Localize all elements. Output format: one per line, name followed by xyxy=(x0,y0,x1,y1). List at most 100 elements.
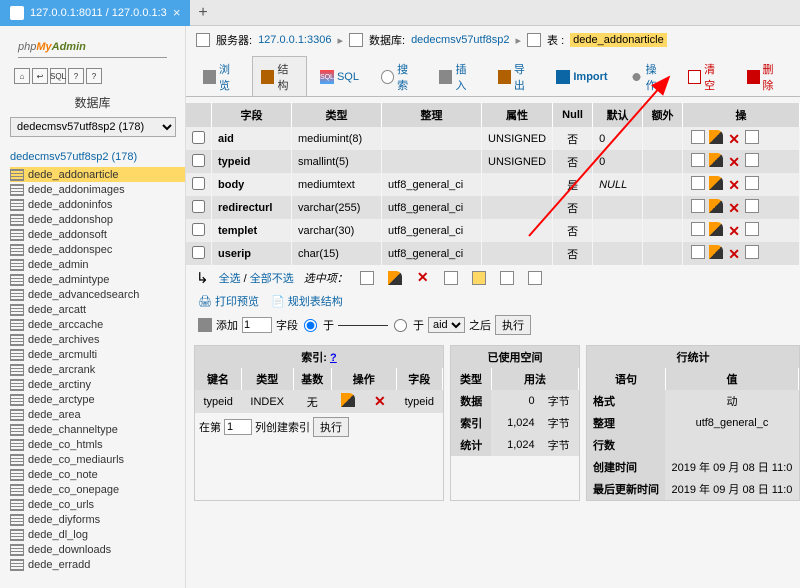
help-icon[interactable]: ? xyxy=(86,68,102,84)
index-create-go-button[interactable]: 执行 xyxy=(313,417,349,437)
sql-icon[interactable]: SQL xyxy=(50,68,66,84)
radio-after[interactable] xyxy=(394,319,407,332)
sidebar-table-item[interactable]: dede_arccache xyxy=(10,317,185,332)
add-field-go-button[interactable]: 执行 xyxy=(495,315,531,335)
row-checkbox[interactable] xyxy=(192,200,205,213)
sidebar-table-item[interactable]: dede_dl_log xyxy=(10,527,185,542)
tab-browse[interactable]: 浏览 xyxy=(194,56,248,96)
tab-operations[interactable]: 操作 xyxy=(621,56,675,96)
col-more-icon[interactable] xyxy=(745,222,759,236)
index-edit-icon[interactable] xyxy=(341,393,355,407)
sidebar-table-item[interactable]: dede_arcrank xyxy=(10,362,185,377)
sidebar-table-item[interactable]: dede_co_mediaurls xyxy=(10,452,185,467)
add-count-input[interactable] xyxy=(242,317,272,333)
col-edit-icon[interactable] xyxy=(709,130,723,144)
col-edit-icon[interactable] xyxy=(709,176,723,190)
after-field-select[interactable]: aid xyxy=(428,317,465,333)
tab-drop[interactable]: 删除 xyxy=(738,56,792,96)
tab-structure[interactable]: 结构 xyxy=(252,56,306,96)
col-view-icon[interactable] xyxy=(691,153,705,167)
browser-tab[interactable]: 127.0.0.1:8011 / 127.0.0.1:3 × xyxy=(0,0,190,26)
sidebar-table-item[interactable]: dede_advancedsearch xyxy=(10,287,185,302)
sidebar-table-item[interactable]: dede_channeltype xyxy=(10,422,185,437)
sidebar-table-item[interactable]: dede_arcatt xyxy=(10,302,185,317)
breadcrumb-database[interactable]: dedecmsv57utf8sp2 xyxy=(411,34,509,46)
col-delete-icon[interactable]: ✕ xyxy=(727,225,741,239)
col-delete-icon[interactable]: ✕ xyxy=(727,248,741,262)
uncheck-all-link[interactable]: 全部不选 xyxy=(250,273,294,285)
tab-sql[interactable]: SQLSQL xyxy=(311,56,368,96)
breadcrumb-server[interactable]: 127.0.0.1:3306 xyxy=(258,34,331,46)
sidebar-table-item[interactable]: dede_addonimages xyxy=(10,182,185,197)
browser-tab-close-icon[interactable]: × xyxy=(173,5,181,20)
col-more-icon[interactable] xyxy=(745,245,759,259)
sidebar-table-item[interactable]: dede_addonsoft xyxy=(10,227,185,242)
sidebar-table-item[interactable]: dede_addonarticle xyxy=(10,167,185,182)
sidebar-table-item[interactable]: dede_archives xyxy=(10,332,185,347)
relation-view-link[interactable]: 📄 规划表结构 xyxy=(271,293,343,309)
row-checkbox[interactable] xyxy=(192,177,205,190)
sidebar-table-item[interactable]: dede_co_htmls xyxy=(10,437,185,452)
sidebar-table-item[interactable]: dede_addonshop xyxy=(10,212,185,227)
database-name-link[interactable]: dedecmsv57utf8sp2 (178) xyxy=(0,149,185,165)
sidebar-table-item[interactable]: dede_area xyxy=(10,407,185,422)
col-delete-icon[interactable]: ✕ xyxy=(727,202,741,216)
row-checkbox[interactable] xyxy=(192,131,205,144)
sidebar-table-item[interactable]: dede_diyforms xyxy=(10,512,185,527)
col-view-icon[interactable] xyxy=(691,245,705,259)
sidebar-table-item[interactable]: dede_arctype xyxy=(10,392,185,407)
sidebar-table-item[interactable]: dede_addonspec xyxy=(10,242,185,257)
tab-insert[interactable]: 插入 xyxy=(430,56,484,96)
tab-export[interactable]: 导出 xyxy=(489,56,543,96)
col-delete-icon[interactable]: ✕ xyxy=(727,156,741,170)
col-edit-icon[interactable] xyxy=(709,199,723,213)
docs-icon[interactable]: ? xyxy=(68,68,84,84)
home-icon[interactable]: ⌂ xyxy=(14,68,30,84)
logout-icon[interactable]: ↩ xyxy=(32,68,48,84)
col-edit-icon[interactable] xyxy=(709,222,723,236)
sidebar-table-item[interactable]: dede_admin xyxy=(10,257,185,272)
index-create-count[interactable] xyxy=(224,419,252,435)
sidebar-table-item[interactable]: dede_co_onepage xyxy=(10,482,185,497)
sidebar-table-item[interactable]: dede_co_urls xyxy=(10,497,185,512)
sel-fulltext-icon[interactable] xyxy=(528,271,542,285)
col-more-icon[interactable] xyxy=(745,176,759,190)
sel-delete-icon[interactable]: ✕ xyxy=(416,271,430,285)
sidebar-table-item[interactable]: dede_downloads xyxy=(10,542,185,557)
col-view-icon[interactable] xyxy=(691,176,705,190)
col-view-icon[interactable] xyxy=(691,199,705,213)
row-checkbox[interactable] xyxy=(192,246,205,259)
sidebar-table-item[interactable]: dede_erradd xyxy=(10,557,185,572)
row-checkbox[interactable] xyxy=(192,223,205,236)
sel-unique-icon[interactable] xyxy=(472,271,486,285)
col-view-icon[interactable] xyxy=(691,222,705,236)
tab-import[interactable]: Import xyxy=(547,56,616,96)
index-delete-icon[interactable]: ✕ xyxy=(373,395,387,409)
col-delete-icon[interactable]: ✕ xyxy=(727,179,741,193)
col-delete-icon[interactable]: ✕ xyxy=(727,133,741,147)
print-view-link[interactable]: 🖨 打印预览 xyxy=(198,293,259,309)
tab-search[interactable]: 搜索 xyxy=(372,56,426,96)
sidebar-table-item[interactable]: dede_co_note xyxy=(10,467,185,482)
sel-edit-icon[interactable] xyxy=(388,271,402,285)
sel-index-icon[interactable] xyxy=(500,271,514,285)
row-checkbox[interactable] xyxy=(192,154,205,167)
col-view-icon[interactable] xyxy=(691,130,705,144)
tab-empty[interactable]: 清空 xyxy=(679,56,733,96)
phpmyadmin-logo[interactable]: phpMyAdmin xyxy=(0,26,185,62)
sidebar-table-item[interactable]: dede_admintype xyxy=(10,272,185,287)
radio-at-end[interactable] xyxy=(304,319,317,332)
col-edit-icon[interactable] xyxy=(709,245,723,259)
sidebar-table-item[interactable]: dede_arcmulti xyxy=(10,347,185,362)
col-edit-icon[interactable] xyxy=(709,153,723,167)
col-more-icon[interactable] xyxy=(745,130,759,144)
database-select[interactable]: dedecmsv57utf8sp2 (178) xyxy=(10,117,176,137)
col-more-icon[interactable] xyxy=(745,153,759,167)
check-all-link[interactable]: 全选 xyxy=(219,273,241,285)
browser-new-tab[interactable]: + xyxy=(190,4,215,22)
sel-primary-icon[interactable] xyxy=(444,271,458,285)
col-more-icon[interactable] xyxy=(745,199,759,213)
sidebar-table-item[interactable]: dede_addoninfos xyxy=(10,197,185,212)
sel-browse-icon[interactable] xyxy=(360,271,374,285)
sidebar-table-item[interactable]: dede_arctiny xyxy=(10,377,185,392)
